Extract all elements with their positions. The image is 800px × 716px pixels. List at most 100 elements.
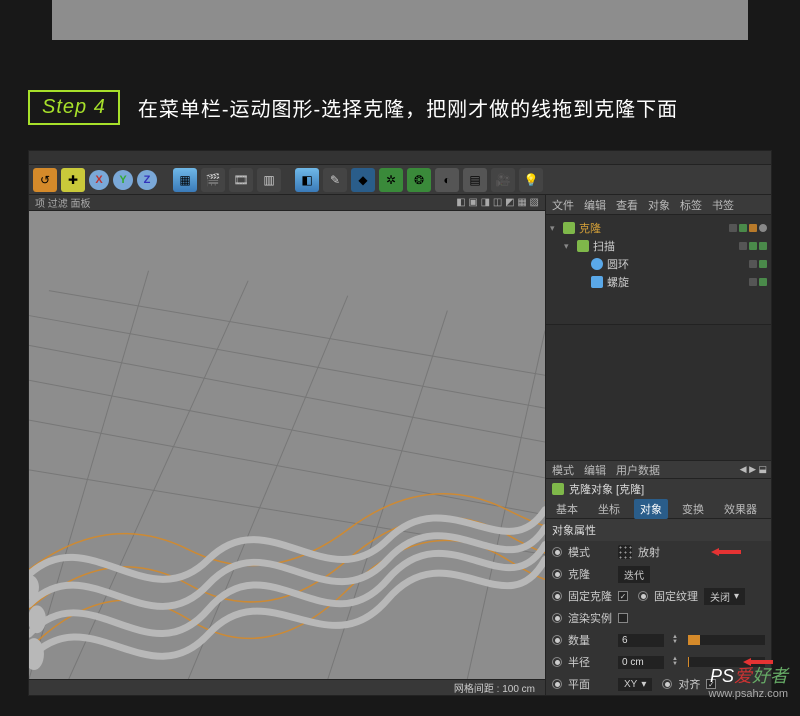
annotation-arrow — [711, 547, 741, 557]
deformer-icon[interactable]: ◐ — [435, 168, 459, 192]
plane-label: 平面 — [568, 676, 612, 692]
step-badge: Step 4 — [28, 90, 120, 125]
radio-icon[interactable] — [552, 569, 562, 579]
undo-icon[interactable]: ↺ — [33, 168, 57, 192]
mograph-icon[interactable]: ✲ — [379, 168, 403, 192]
plane-dropdown[interactable]: XY ▾ — [618, 678, 652, 691]
spinner-icon[interactable]: ▲▼ — [672, 635, 678, 645]
object-manager-tabs: 文件 编辑 查看 对象 标签 书签 — [546, 195, 771, 215]
primitive-cube-icon[interactable]: ▦ — [173, 168, 197, 192]
viewport-header-left[interactable]: 项 过滤 面板 — [35, 195, 91, 210]
axis-y-button[interactable]: Y — [113, 170, 133, 190]
attr-row-mode: 模式 放射 — [546, 541, 771, 563]
radio-icon[interactable] — [638, 591, 648, 601]
clapboard-icon[interactable]: 🎬 — [201, 168, 225, 192]
clone-dropdown[interactable]: 迭代 — [618, 566, 650, 583]
attr-tab-transform[interactable]: 变换 — [676, 499, 710, 519]
step-instruction: 在菜单栏-运动图形-选择克隆，把刚才做的线拖到克隆下面 — [138, 93, 678, 122]
attr-nav-arrows[interactable]: ◀ ▶ ⬓ — [740, 464, 767, 475]
hierarchy-item-circle[interactable]: 圆环 — [550, 255, 767, 273]
annotation-arrow — [743, 657, 773, 667]
tree-collapse-icon[interactable]: ▾ — [564, 241, 573, 252]
grid-spacing-label: 网格间距 : 100 cm — [454, 680, 535, 695]
menubar[interactable] — [29, 151, 771, 165]
fixed-clone-checkbox[interactable]: ✓ — [618, 591, 628, 601]
object-hierarchy[interactable]: ▾ 克隆 ▾ 扫描 圆环 — [546, 215, 771, 325]
attr-row-count: 数量 6 ▲▼ — [546, 629, 771, 651]
radio-icon[interactable] — [552, 679, 562, 689]
animation-icon[interactable]: 🎞 — [229, 168, 253, 192]
attr-section-title: 对象属性 — [546, 519, 771, 541]
align-label: 对齐 — [678, 676, 700, 692]
hierarchy-label: 圆环 — [607, 256, 629, 272]
viewport[interactable] — [29, 211, 545, 679]
render-instance-label: 渲染实例 — [568, 610, 612, 626]
render-instance-checkbox[interactable] — [618, 613, 628, 623]
chevron-down-icon: ▾ — [641, 679, 646, 690]
attr-tab-effectors[interactable]: 效果器 — [718, 499, 763, 519]
om-tab-file[interactable]: 文件 — [552, 197, 574, 213]
move-tool-icon[interactable]: ✚ — [61, 168, 85, 192]
axis-x-button[interactable]: X — [89, 170, 109, 190]
radio-icon[interactable] — [662, 679, 672, 689]
attr-row-clone: 克隆 迭代 — [546, 563, 771, 585]
radio-icon[interactable] — [552, 613, 562, 623]
radio-icon[interactable] — [552, 547, 562, 557]
attributes-panel: 模式 编辑 用户数据 ◀ ▶ ⬓ 克隆对象 [克隆] 基本 坐标 对象 变换 效… — [546, 460, 771, 695]
radius-field[interactable]: 0 cm — [618, 656, 664, 669]
viewport-header: 项 过滤 面板 ◧ ▣ ◨ ◫ ◩ ▦ ▧ — [29, 195, 545, 211]
circle-spline-icon — [591, 258, 603, 270]
attr-row-radius: 半径 0 cm ▲▼ — [546, 651, 771, 673]
previous-step-fragment — [52, 0, 748, 40]
viewport-status: 网格间距 : 100 cm — [29, 679, 545, 695]
om-tab-tags[interactable]: 标签 — [680, 197, 702, 213]
hierarchy-item-helix[interactable]: 螺旋 — [550, 273, 767, 291]
fixed-texture-dropdown[interactable]: 关闭 ▾ — [704, 588, 745, 605]
viewport-header-icons[interactable]: ◧ ▣ ◨ ◫ ◩ ▦ ▧ — [456, 197, 539, 208]
mode-value[interactable]: 放射 — [638, 544, 660, 560]
radio-icon[interactable] — [552, 657, 562, 667]
panel-spacer — [546, 325, 771, 460]
clone-label: 克隆 — [568, 566, 612, 582]
radio-icon[interactable] — [552, 591, 562, 601]
fixed-clone-label: 固定克隆 — [568, 588, 612, 604]
om-tab-object[interactable]: 对象 — [648, 197, 670, 213]
tool3-icon[interactable]: ▥ — [257, 168, 281, 192]
hierarchy-item-sweep[interactable]: ▾ 扫描 — [550, 237, 767, 255]
spinner-icon[interactable]: ▲▼ — [672, 657, 678, 667]
cloner-icon — [563, 222, 575, 234]
count-field[interactable]: 6 — [618, 634, 664, 647]
attr-row-plane: 平面 XY ▾ 对齐 ✓ — [546, 673, 771, 695]
helix-spline-icon — [591, 276, 603, 288]
attr-top-mode[interactable]: 模式 — [552, 462, 574, 478]
om-tab-edit[interactable]: 编辑 — [584, 197, 606, 213]
radio-icon[interactable] — [552, 635, 562, 645]
main-toolbar: ↺ ✚ X Y Z ▦ 🎬 🎞 ▥ ◧ ✎ ◆ ✲ ❂ ◐ ▤ 🎥 💡 — [29, 165, 771, 195]
c4d-app-window: ↺ ✚ X Y Z ▦ 🎬 🎞 ▥ ◧ ✎ ◆ ✲ ❂ ◐ ▤ 🎥 💡 项 过滤… — [28, 150, 772, 696]
pen-icon[interactable]: ✎ — [323, 168, 347, 192]
sweep-icon — [577, 240, 589, 252]
grid-icon[interactable]: ▤ — [463, 168, 487, 192]
effector-icon[interactable]: ❂ — [407, 168, 431, 192]
attr-top-edit[interactable]: 编辑 — [584, 462, 606, 478]
align-checkbox[interactable]: ✓ — [706, 679, 716, 689]
blue-tool-icon[interactable]: ◆ — [351, 168, 375, 192]
attr-top-userdata[interactable]: 用户数据 — [616, 462, 660, 478]
camera-icon[interactable]: 🎥 — [491, 168, 515, 192]
count-label: 数量 — [568, 632, 612, 648]
attr-tab-coord[interactable]: 坐标 — [592, 499, 626, 519]
axis-z-button[interactable]: Z — [137, 170, 157, 190]
light-icon[interactable]: 💡 — [519, 168, 543, 192]
attr-tab-basic[interactable]: 基本 — [550, 499, 584, 519]
attr-tab-object[interactable]: 对象 — [634, 499, 668, 519]
attr-object-title: 克隆对象 [克隆] — [569, 481, 644, 497]
count-slider[interactable] — [688, 635, 765, 645]
om-tab-view[interactable]: 查看 — [616, 197, 638, 213]
attr-row-render-instance: 渲染实例 — [546, 607, 771, 629]
chevron-down-icon: ▾ — [734, 591, 739, 602]
tree-collapse-icon[interactable]: ▾ — [550, 223, 559, 234]
hierarchy-label: 螺旋 — [607, 274, 629, 290]
primitive2-icon[interactable]: ◧ — [295, 168, 319, 192]
om-tab-bookmarks[interactable]: 书签 — [712, 197, 734, 213]
hierarchy-item-cloner[interactable]: ▾ 克隆 — [550, 219, 767, 237]
